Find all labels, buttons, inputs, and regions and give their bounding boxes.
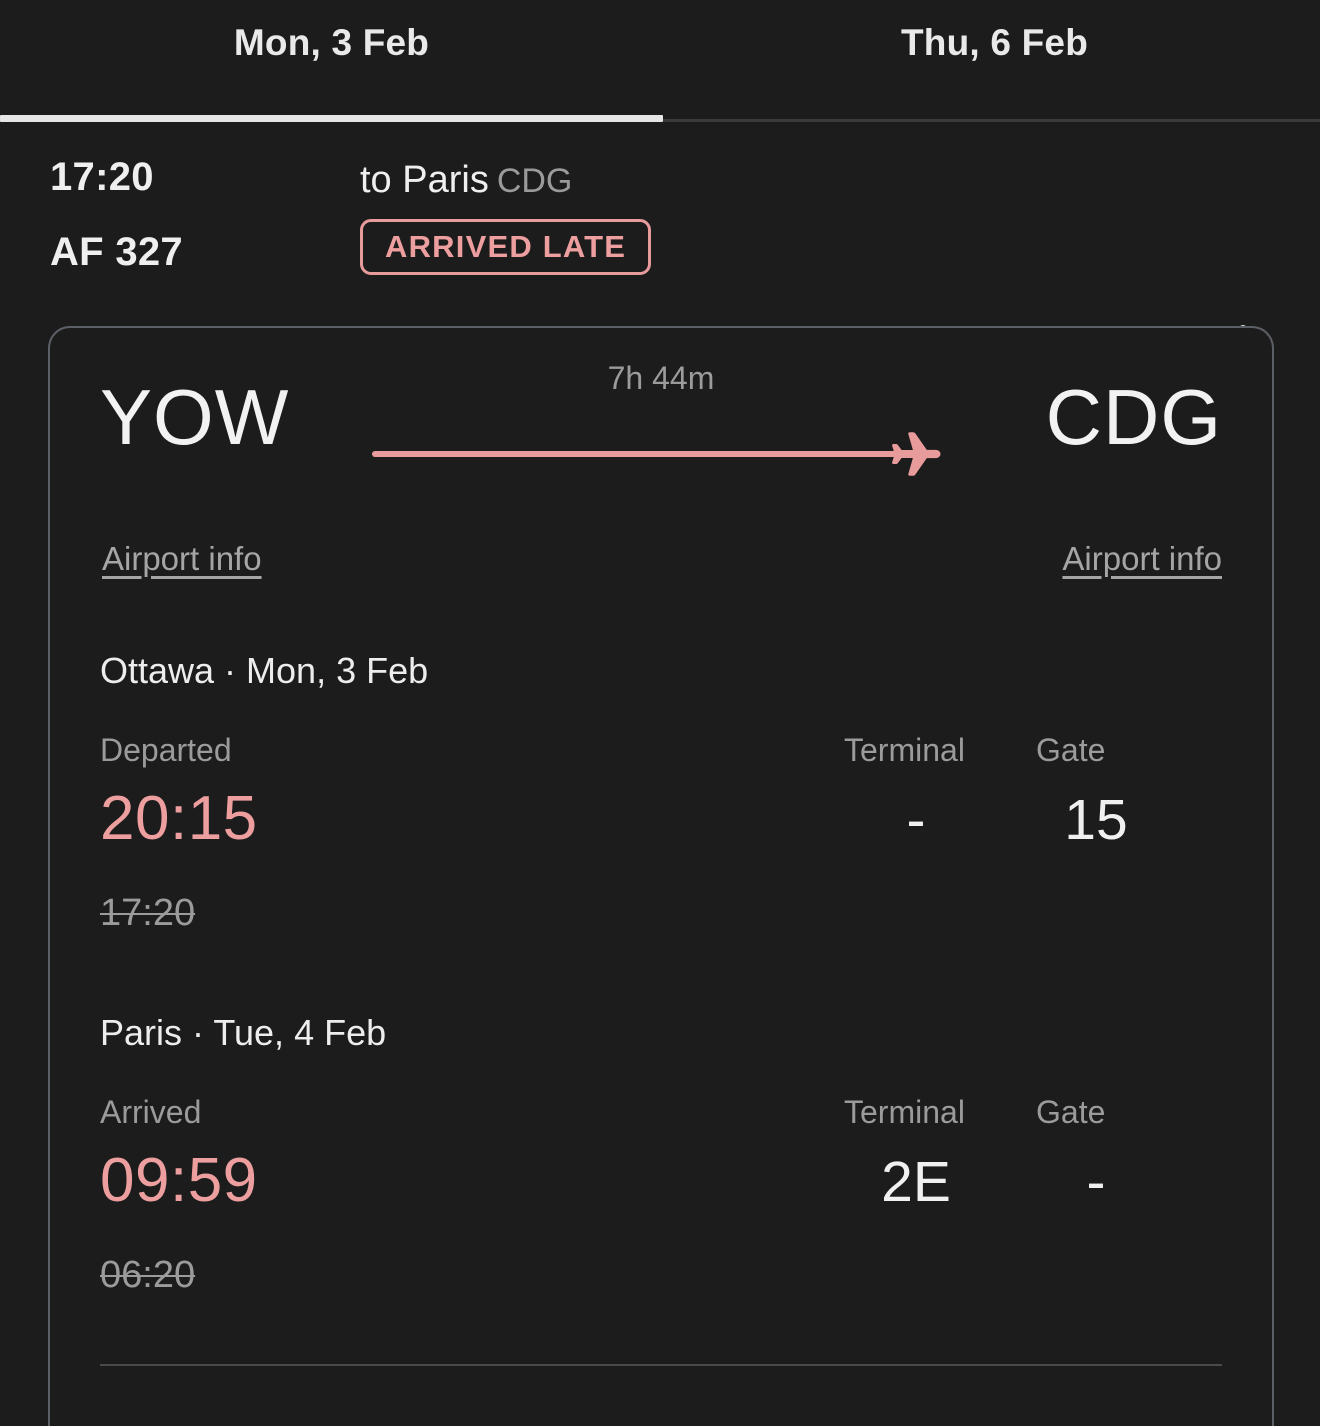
departure-gate-value: 15 [1064, 788, 1128, 852]
active-tab-indicator [0, 115, 663, 122]
airport-info-links: Airport info Airport info [100, 540, 1222, 600]
destination-summary: to Paris CDG [360, 159, 572, 202]
destination-airport-code: CDG [1045, 373, 1222, 461]
route-diagram: 7h 44m YOW CDG [100, 360, 1222, 530]
scheduled-departure-time: 17:20 [50, 155, 154, 199]
tab-thu-6-feb[interactable]: Thu, 6 Feb [663, 0, 1320, 122]
date-tab-bar: Mon, 3 Feb Thu, 6 Feb [0, 0, 1320, 122]
departure-actual-time: 20:15 [100, 784, 258, 853]
arrival-terminal-label: Terminal [844, 1094, 965, 1130]
arrival-actual-time: 09:59 [100, 1146, 258, 1215]
tab-mon-3-feb[interactable]: Mon, 3 Feb [0, 0, 663, 122]
airplane-icon [888, 432, 944, 476]
tab-label: Thu, 6 Feb [901, 22, 1088, 63]
arrival-details-grid: Arrived Terminal Gate 09:59 2E - 06:20 [100, 1094, 1222, 1324]
flight-number: AF 327 [50, 230, 183, 274]
departure-scheduled-time-strikethrough: 17:20 [100, 892, 196, 934]
tab-label: Mon, 3 Feb [233, 22, 430, 63]
departure-terminal-value: - [906, 788, 926, 852]
arrival-terminal-value: 2E [881, 1150, 951, 1214]
departure-details-grid: Departed Terminal Gate 20:15 - 15 17:20 [100, 732, 1222, 962]
departure-leg: Ottawa · Mon, 3 Feb Departed Terminal Ga… [100, 650, 1222, 962]
arrival-gate-value: - [1086, 1150, 1106, 1214]
origin-airport-info-link[interactable]: Airport info [102, 540, 262, 578]
origin-airport-code: YOW [100, 373, 290, 461]
arrival-scheduled-time-strikethrough: 06:20 [100, 1254, 196, 1296]
route-line [372, 451, 908, 457]
arrival-gate-label: Gate [1036, 1094, 1106, 1130]
route-path [372, 432, 944, 476]
arrival-status-label: Arrived [100, 1094, 202, 1130]
flight-summary-header[interactable]: 17:20 AF 327 to Paris CDG ARRIVED LATE [0, 122, 1320, 355]
arrival-city-date: Paris · Tue, 4 Feb [100, 1012, 387, 1053]
departure-status-label: Departed [100, 732, 232, 768]
flight-detail-card: 7h 44m YOW CDG Airport info Airport info… [48, 326, 1274, 1426]
card-section-divider [100, 1364, 1222, 1366]
departure-city-date: Ottawa · Mon, 3 Feb [100, 650, 429, 691]
destination-airport-code: CDG [496, 162, 573, 200]
destination-city: to Paris [360, 159, 489, 201]
destination-airport-info-link[interactable]: Airport info [1062, 540, 1222, 578]
arrival-leg: Paris · Tue, 4 Feb Arrived Terminal Gate… [100, 1012, 1222, 1324]
status-badge[interactable]: ARRIVED LATE [360, 219, 652, 275]
departure-terminal-label: Terminal [844, 732, 965, 768]
departure-gate-label: Gate [1036, 732, 1106, 768]
